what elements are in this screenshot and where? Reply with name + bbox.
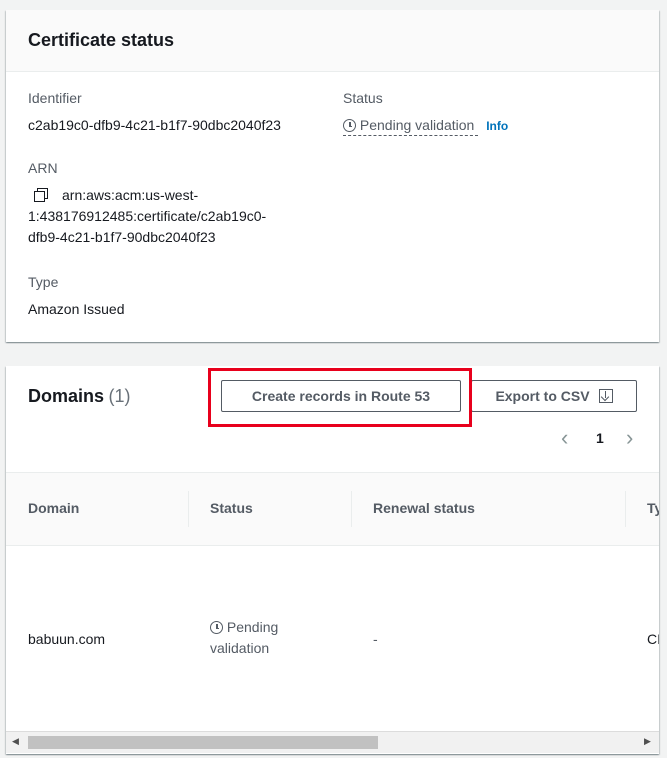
column-header-type[interactable]: Ty <box>647 500 659 516</box>
status-value-container: Pending validation Info <box>343 117 508 136</box>
scroll-left-arrow-icon[interactable]: ◀ <box>12 736 19 747</box>
certificate-status-header: Certificate status <box>6 10 659 72</box>
type-label: Type <box>28 274 59 290</box>
certificate-status-title: Certificate status <box>28 30 175 50</box>
chevron-right-icon[interactable]: › <box>626 427 633 449</box>
status-label: Status <box>343 90 383 106</box>
export-csv-label: Export to CSV <box>495 388 590 404</box>
type-value: Amazon Issued <box>28 301 125 317</box>
clock-icon <box>210 621 223 634</box>
identifier-label: Identifier <box>28 90 82 106</box>
row-status-cell: Pending <box>210 619 278 635</box>
arn-line-2: 1:438176912485:certificate/c2ab19c0- <box>28 208 267 224</box>
column-header-renewal-status[interactable]: Renewal status <box>373 500 475 516</box>
horizontal-scrollbar[interactable]: ◀ ▶ <box>6 731 659 753</box>
column-header-domain[interactable]: Domain <box>28 500 79 516</box>
scroll-right-arrow-icon[interactable]: ▶ <box>644 736 651 747</box>
column-divider[interactable] <box>625 491 626 527</box>
column-divider[interactable] <box>351 491 352 527</box>
status-pending-popover[interactable]: Pending validation <box>343 117 479 136</box>
status-value: Pending validation <box>359 117 475 133</box>
arn-line-3: dfb9-4c21-b1f7-90dbc2040f23 <box>28 229 216 245</box>
column-header-status[interactable]: Status <box>210 500 253 516</box>
chevron-left-icon[interactable]: ‹ <box>561 427 568 449</box>
info-link[interactable]: Info <box>486 119 508 133</box>
copy-icon[interactable] <box>34 188 48 202</box>
renewal-status-cell: - <box>373 631 378 647</box>
row-status-line-2: validation <box>210 640 270 656</box>
row-status-line-1: Pending <box>226 619 279 635</box>
arn-line-1: arn:aws:acm:us-west- <box>62 187 199 203</box>
domains-title: Domains <box>28 386 105 406</box>
certificate-status-panel: Certificate status Identifier c2ab19c0-d… <box>6 10 659 342</box>
table-header-row: Domain Status Renewal status Ty <box>6 472 659 546</box>
column-divider[interactable] <box>188 491 189 527</box>
export-csv-button[interactable]: Export to CSV <box>471 380 637 412</box>
domains-heading: Domains (1) <box>28 386 130 407</box>
download-icon <box>598 389 613 403</box>
identifier-value: c2ab19c0-dfb9-4c21-b1f7-90dbc2040f23 <box>28 117 281 133</box>
arn-label: ARN <box>28 160 58 176</box>
page-number[interactable]: 1 <box>596 430 604 446</box>
domains-count: (1) <box>108 386 131 406</box>
domain-cell: babuun.com <box>28 631 106 647</box>
scrollbar-thumb[interactable] <box>28 736 378 749</box>
highlight-box <box>208 368 472 427</box>
clock-icon <box>343 119 356 132</box>
type-cell: CI <box>647 631 659 647</box>
